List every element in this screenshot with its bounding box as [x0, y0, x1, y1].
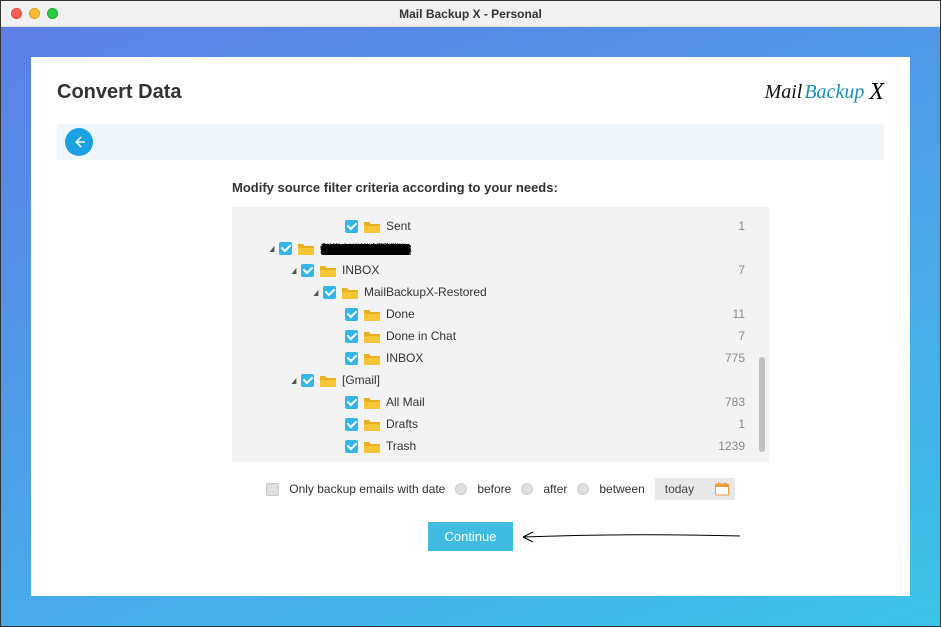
folder-icon — [364, 418, 380, 431]
logo-part-mail: Mail — [765, 81, 803, 104]
folder-icon — [342, 286, 358, 299]
traffic-lights — [11, 8, 58, 19]
logo-part-backup: Backup — [804, 81, 864, 104]
folder-icon — [298, 242, 314, 255]
minimize-window-button[interactable] — [29, 8, 40, 19]
titlebar: Mail Backup X - Personal — [1, 1, 940, 27]
radio-between-label: between — [599, 482, 644, 496]
back-strip — [57, 124, 884, 160]
folder-icon — [320, 264, 336, 277]
card-header: Convert Data MailBackup X — [57, 79, 884, 106]
folder-label: INBOX — [386, 351, 713, 365]
folder-count: 1 — [713, 219, 769, 233]
folder-checkbox[interactable] — [301, 374, 314, 387]
folder-row[interactable]: ◢Trash1239 — [232, 435, 769, 457]
app-logo: MailBackup X — [765, 79, 884, 106]
folder-checkbox[interactable] — [345, 220, 358, 233]
content-card: Convert Data MailBackup X Modify source … — [31, 57, 910, 596]
arrow-left-icon — [72, 135, 86, 149]
window-title: Mail Backup X - Personal — [1, 7, 940, 21]
folder-row[interactable]: ◢Drafts1 — [232, 413, 769, 435]
folder-count: 7 — [713, 263, 769, 277]
folder-tree: ◢Sent1◢◢INBOX7◢MailBackupX-Restored◢Done… — [232, 207, 769, 462]
annotation-arrow — [515, 527, 745, 547]
folder-label: Trash — [386, 439, 713, 453]
folder-label — [320, 241, 713, 255]
folder-checkbox[interactable] — [323, 286, 336, 299]
zoom-window-button[interactable] — [47, 8, 58, 19]
folder-icon — [320, 374, 336, 387]
folder-icon — [364, 220, 380, 233]
expand-toggle-icon[interactable]: ◢ — [268, 244, 276, 253]
folder-row[interactable]: ◢ — [232, 237, 769, 259]
redacted-label — [320, 243, 410, 255]
folder-checkbox[interactable] — [345, 396, 358, 409]
calendar-icon — [715, 483, 729, 496]
radio-after[interactable] — [521, 483, 533, 495]
radio-between[interactable] — [577, 483, 589, 495]
only-backup-label: Only backup emails with date — [289, 482, 445, 496]
folder-checkbox[interactable] — [345, 352, 358, 365]
folder-row[interactable]: ◢Done11 — [232, 303, 769, 325]
close-window-button[interactable] — [11, 8, 22, 19]
folder-label: Done — [386, 307, 713, 321]
radio-before-label: before — [477, 482, 511, 496]
scrollbar-thumb[interactable] — [759, 357, 765, 452]
folder-icon — [364, 330, 380, 343]
back-button[interactable] — [65, 128, 93, 156]
folder-row[interactable]: ◢Done in Chat7 — [232, 325, 769, 347]
folder-row[interactable]: ◢All Mail783 — [232, 391, 769, 413]
logo-part-x: X — [869, 79, 884, 106]
app-window: Mail Backup X - Personal Convert Data Ma… — [0, 0, 941, 627]
continue-button[interactable]: Continue — [428, 522, 512, 551]
folder-checkbox[interactable] — [279, 242, 292, 255]
page-title: Convert Data — [57, 81, 181, 104]
date-value-box[interactable]: today — [655, 478, 735, 500]
folder-label: MailBackupX-Restored — [364, 285, 713, 299]
folder-icon — [364, 396, 380, 409]
folder-row[interactable]: ◢ INBOX7 — [232, 259, 769, 281]
expand-toggle-icon[interactable]: ◢ — [290, 376, 298, 385]
folder-label: INBOX — [342, 263, 713, 277]
folder-row[interactable]: ◢Sent1 — [232, 215, 769, 237]
folder-row[interactable]: ◢ MailBackupX-Restored — [232, 281, 769, 303]
instruction-text: Modify source filter criteria according … — [232, 180, 884, 195]
folder-icon — [364, 352, 380, 365]
folder-checkbox[interactable] — [301, 264, 314, 277]
folder-checkbox[interactable] — [345, 308, 358, 321]
folder-checkbox[interactable] — [345, 330, 358, 343]
continue-row: Continue — [57, 522, 884, 551]
folder-icon — [364, 308, 380, 321]
folder-row[interactable]: ◢ [Gmail] — [232, 369, 769, 391]
app-body: Convert Data MailBackup X Modify source … — [1, 27, 940, 626]
folder-checkbox[interactable] — [345, 418, 358, 431]
folder-row[interactable]: ◢INBOX775 — [232, 347, 769, 369]
folder-label: All Mail — [386, 395, 713, 409]
folder-count: 11 — [713, 307, 769, 321]
folder-label: Sent — [386, 219, 713, 233]
folder-label: Drafts — [386, 417, 713, 431]
folder-checkbox[interactable] — [345, 440, 358, 453]
expand-toggle-icon[interactable]: ◢ — [290, 266, 298, 275]
radio-before[interactable] — [455, 483, 467, 495]
date-value-text: today — [665, 482, 694, 496]
date-filter-bar: Only backup emails with date before afte… — [232, 478, 769, 500]
folder-count: 7 — [713, 329, 769, 343]
only-backup-checkbox[interactable] — [266, 483, 279, 496]
folder-label: [Gmail] — [342, 373, 713, 387]
expand-toggle-icon[interactable]: ◢ — [312, 288, 320, 297]
radio-after-label: after — [543, 482, 567, 496]
folder-icon — [364, 440, 380, 453]
folder-label: Done in Chat — [386, 329, 713, 343]
